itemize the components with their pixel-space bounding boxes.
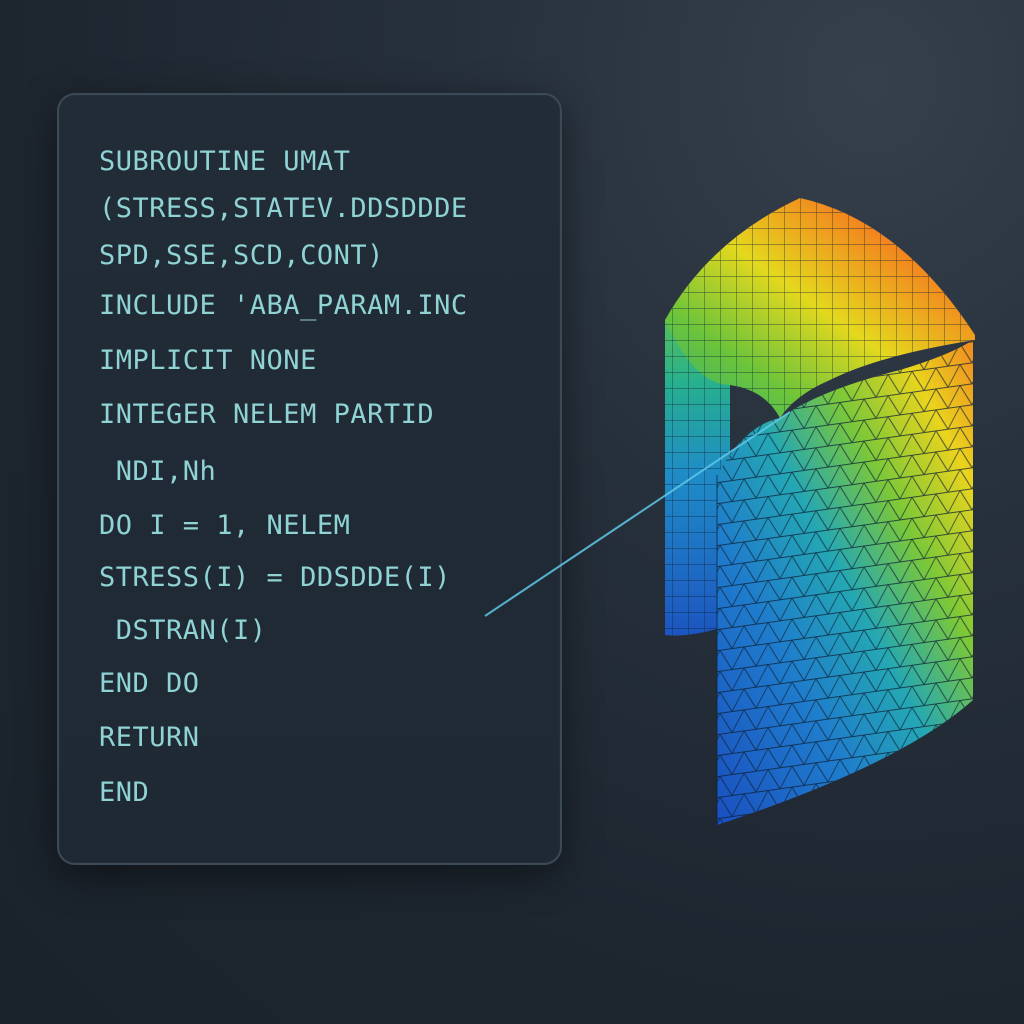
code-line: SPD,SSE,SCD,CONT) xyxy=(99,240,384,271)
code-line: (STRESS,STATEV.DDSDDDE xyxy=(99,193,468,224)
code-line: STRESS(I) = DDSDDE(I) xyxy=(99,562,451,593)
code-line: DO I = 1, NELEM xyxy=(99,510,351,541)
code-line: IMPLICIT NONE xyxy=(99,345,317,376)
code-line: SUBROUTINE UMAT xyxy=(99,146,351,177)
code-line: NDI,Nh xyxy=(99,456,217,487)
code-line: END xyxy=(99,777,150,808)
code-line: INTEGER NELEM PARTID xyxy=(99,399,435,430)
code-line: INCLUDE 'ABA_PARAM.INC xyxy=(99,290,468,321)
code-line: RETURN xyxy=(99,722,200,753)
code-line: DSTRAN(I) xyxy=(99,615,267,646)
fe-mesh-figure xyxy=(484,198,975,825)
code-line: END DO xyxy=(99,668,200,699)
mesh-front-surface xyxy=(716,340,973,825)
